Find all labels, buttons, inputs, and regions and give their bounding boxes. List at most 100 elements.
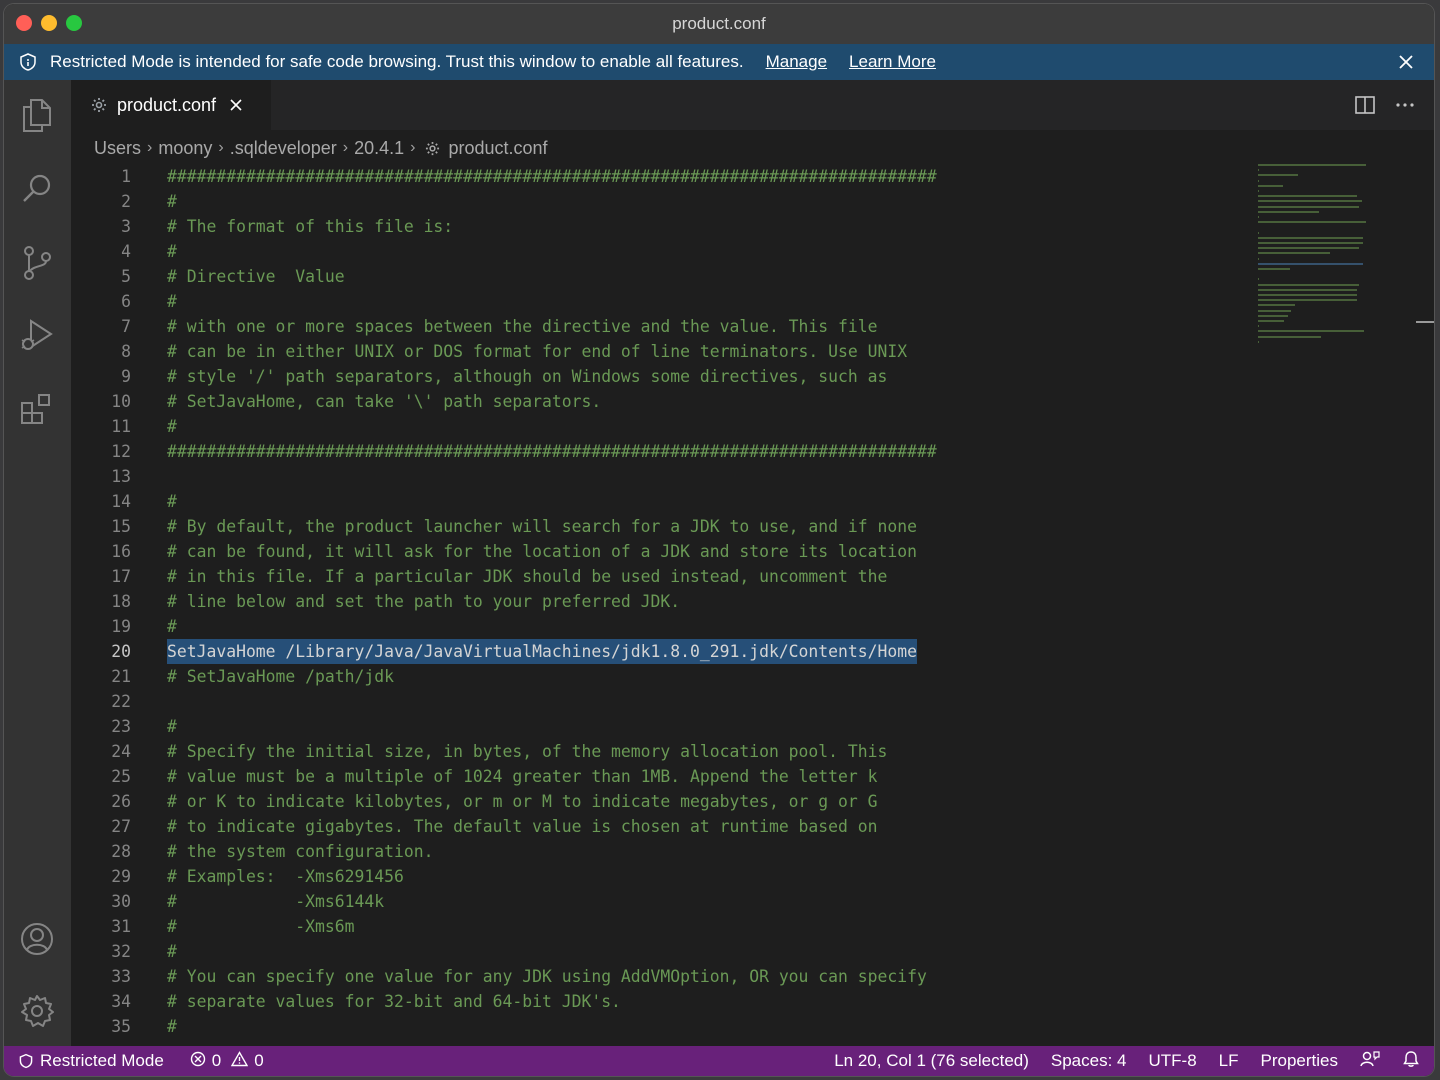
code-line[interactable]: 9 # style '/' path separators, although o… <box>71 364 1251 389</box>
code-line[interactable]: 32 # <box>71 939 1251 964</box>
code-line[interactable]: 27 # to indicate gigabytes. The default v… <box>71 814 1251 839</box>
code-line[interactable]: 21 # SetJavaHome /path/jdk <box>71 664 1251 689</box>
bell-icon[interactable] <box>1402 1050 1420 1073</box>
code-text: # SetJavaHome /path/jdk <box>167 667 394 686</box>
code-line[interactable]: 8 # can be in either UNIX or DOS format f… <box>71 339 1251 364</box>
code-line[interactable]: 14 # <box>71 489 1251 514</box>
line-number: 25 <box>111 767 131 786</box>
code-line[interactable]: 16 # can be found, it will ask for the lo… <box>71 539 1251 564</box>
code-line[interactable]: 6 # <box>71 289 1251 314</box>
maximize-window-button[interactable] <box>66 15 82 31</box>
restricted-mode-banner: Restricted Mode is intended for safe cod… <box>4 44 1434 80</box>
line-number: 19 <box>111 617 131 636</box>
problems-status[interactable]: 0 0 <box>190 1050 264 1072</box>
code-text: # -Xms6144k <box>167 892 385 911</box>
minimap-line <box>1258 231 1260 234</box>
code-line[interactable]: 25 # value must be a multiple of 1024 gre… <box>71 764 1251 789</box>
language-mode[interactable]: Properties <box>1261 1051 1338 1071</box>
feedback-icon[interactable] <box>1360 1050 1380 1073</box>
code-line[interactable]: 28 # the system configuration. <box>71 839 1251 864</box>
code-line[interactable]: 23 # <box>71 714 1251 739</box>
code-line[interactable]: 20 SetJavaHome /Library/Java/JavaVirtualM… <box>71 639 1251 664</box>
vscode-window: product.conf Restricted Mode is intended… <box>4 4 1434 1076</box>
breadcrumb-users[interactable]: Users <box>94 138 141 159</box>
code-line[interactable]: 19 # <box>71 614 1251 639</box>
line-number: 26 <box>111 792 131 811</box>
code-line[interactable]: 11 # <box>71 414 1251 439</box>
code-line[interactable]: 31 # -Xms6m <box>71 914 1251 939</box>
minimap-line <box>1258 205 1359 208</box>
minimap-line <box>1258 190 1260 192</box>
search-icon[interactable] <box>18 170 56 208</box>
code-line[interactable]: 30 # -Xms6144k <box>71 889 1251 914</box>
more-actions-icon[interactable] <box>1394 94 1416 121</box>
close-icon[interactable] <box>1396 52 1416 72</box>
code-line[interactable]: 5 # Directive Value <box>71 264 1251 289</box>
code-text: # can be in either UNIX or DOS format fo… <box>167 342 908 361</box>
extensions-icon[interactable] <box>18 390 56 428</box>
activity-bar <box>4 80 71 1046</box>
minimap-line <box>1258 252 1330 255</box>
line-number: 20 <box>111 642 131 661</box>
code-line[interactable]: 34 # separate values for 32-bit and 64-bi… <box>71 989 1251 1014</box>
encoding[interactable]: UTF-8 <box>1149 1051 1197 1071</box>
code-line[interactable]: 10 # SetJavaHome, can take '\' path separ… <box>71 389 1251 414</box>
chevron-right-icon: › <box>342 139 349 156</box>
minimap-line <box>1258 335 1322 338</box>
code-line[interactable]: 22 <box>71 689 1251 714</box>
title-bar: product.conf <box>4 4 1434 44</box>
line-number: 1 <box>121 167 131 186</box>
line-number: 31 <box>111 917 131 936</box>
code-line[interactable]: 33 # You can specify one value for any JD… <box>71 964 1251 989</box>
code-line[interactable]: 12 ######################################… <box>71 439 1251 464</box>
breadcrumb-file[interactable]: product.conf <box>448 138 547 159</box>
code-text: # in this file. If a particular JDK shou… <box>167 567 888 586</box>
code-line[interactable]: 24 # Specify the initial size, in bytes, … <box>71 739 1251 764</box>
minimap-line <box>1258 200 1362 203</box>
code-line[interactable]: 17 # in this file. If a particular JDK sh… <box>71 564 1251 589</box>
code-line[interactable]: 26 # or K to indicate kilobytes, or m or … <box>71 789 1251 814</box>
manage-link[interactable]: Manage <box>766 52 827 72</box>
tab-close-icon[interactable] <box>230 99 242 111</box>
restricted-mode-status[interactable]: Restricted Mode <box>4 1046 174 1076</box>
shield-icon <box>18 1053 34 1069</box>
code-line[interactable]: 4 # <box>71 239 1251 264</box>
end-of-line[interactable]: LF <box>1219 1051 1239 1071</box>
code-line[interactable]: 15 # By default, the product launcher wil… <box>71 514 1251 539</box>
split-editor-icon[interactable] <box>1354 94 1376 121</box>
code-text: # <box>167 492 177 511</box>
line-number: 28 <box>111 842 131 861</box>
indentation[interactable]: Spaces: 4 <box>1051 1051 1127 1071</box>
minimize-window-button[interactable] <box>41 15 57 31</box>
code-line[interactable]: 35 # <box>71 1014 1251 1039</box>
line-number: 29 <box>111 867 131 886</box>
cursor-position[interactable]: Ln 20, Col 1 (76 selected) <box>834 1051 1029 1071</box>
explorer-icon[interactable] <box>18 96 56 134</box>
code-text: # with one or more spaces between the di… <box>167 317 878 336</box>
code-text: # <box>167 242 177 261</box>
minimap-line <box>1258 304 1296 307</box>
settings-gear-icon[interactable] <box>18 992 56 1030</box>
tab-product-conf[interactable]: product.conf <box>71 80 271 130</box>
code-editor[interactable]: 1 #######################################… <box>71 164 1434 1046</box>
breadcrumb-sqldeveloper[interactable]: .sqldeveloper <box>230 138 337 159</box>
line-number: 23 <box>111 717 131 736</box>
line-number: 22 <box>111 692 131 711</box>
code-line[interactable]: 1 #######################################… <box>71 164 1251 189</box>
source-control-icon[interactable] <box>18 244 56 282</box>
close-window-button[interactable] <box>16 15 32 31</box>
breadcrumb-version[interactable]: 20.4.1 <box>354 138 404 159</box>
minimap-line <box>1258 174 1299 177</box>
code-line[interactable]: 3 # The format of this file is: <box>71 214 1251 239</box>
line-number: 30 <box>111 892 131 911</box>
breadcrumb-moony[interactable]: moony <box>158 138 212 159</box>
code-line[interactable]: 2 # <box>71 189 1251 214</box>
run-debug-icon[interactable] <box>18 316 56 354</box>
code-line[interactable]: 18 # line below and set the path to your … <box>71 589 1251 614</box>
account-icon[interactable] <box>18 920 56 958</box>
code-line[interactable]: 29 # Examples: -Xms6291456 <box>71 864 1251 889</box>
code-line[interactable]: 13 <box>71 464 1251 489</box>
learn-more-link[interactable]: Learn More <box>849 52 936 72</box>
minimap[interactable] <box>1258 159 1368 359</box>
code-line[interactable]: 7 # with one or more spaces between the d… <box>71 314 1251 339</box>
